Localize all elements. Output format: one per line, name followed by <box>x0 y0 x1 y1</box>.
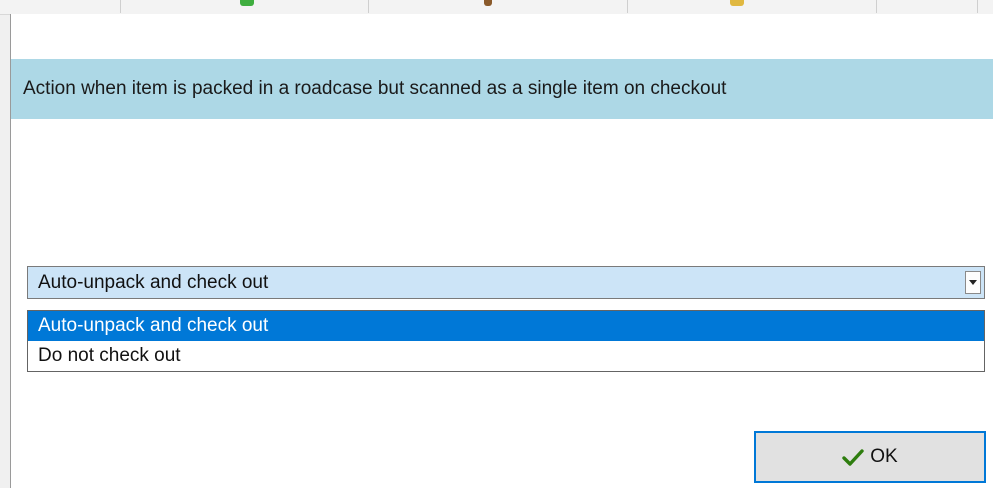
toolbar-segment <box>877 0 978 13</box>
toolbar-brown-icon <box>484 0 492 6</box>
ok-button-label: OK <box>870 446 898 467</box>
toolbar-segment <box>0 0 121 13</box>
toolbar-yellow-icon <box>730 0 744 6</box>
checkmark-icon <box>842 449 864 466</box>
dialog-message: Action when item is packed in a roadcase… <box>23 78 727 99</box>
chevron-down-icon <box>969 280 977 285</box>
roadcase-action-dialog: Action when item is packed in a roadcase… <box>10 14 993 488</box>
message-band: Action when item is packed in a roadcase… <box>11 59 993 119</box>
screen: Action when item is packed in a roadcase… <box>0 0 993 488</box>
action-combobox[interactable]: Auto-unpack and check out <box>27 266 985 299</box>
dropdown-list: Auto-unpack and check out Do not check o… <box>27 310 985 372</box>
ok-button[interactable]: OK <box>754 431 986 483</box>
dropdown-option-auto-unpack[interactable]: Auto-unpack and check out <box>28 311 984 341</box>
toolbar-segment <box>628 0 877 13</box>
dropdown-toggle-button[interactable] <box>965 271 981 294</box>
toolbar-segment <box>369 0 628 13</box>
dropdown-option-do-not-check-out[interactable]: Do not check out <box>28 341 984 371</box>
combobox-value: Auto-unpack and check out <box>38 272 269 293</box>
toolbar-green-icon <box>240 0 254 6</box>
background-toolbar <box>0 0 993 15</box>
